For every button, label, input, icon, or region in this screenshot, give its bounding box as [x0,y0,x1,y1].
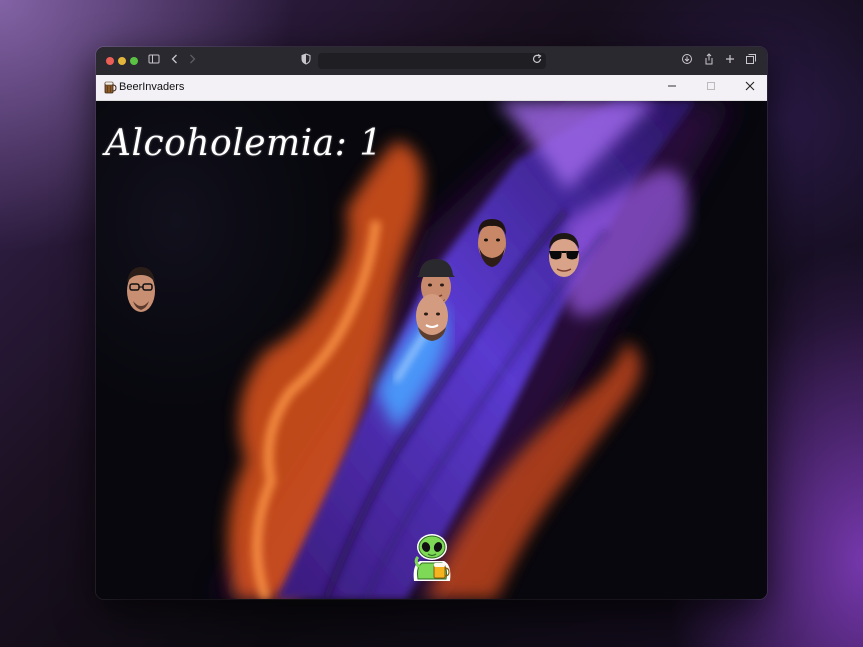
url-bar[interactable] [318,53,546,69]
sidebar-icon[interactable] [146,53,162,69]
back-icon[interactable] [167,53,183,69]
player-alien [413,534,451,581]
reload-icon[interactable] [529,53,545,69]
nebula-background [216,101,736,599]
maximize-button[interactable] [698,78,724,96]
zoom-traffic-light[interactable] [130,57,138,65]
close-button[interactable] [737,78,763,96]
minimize-button[interactable] [659,78,685,96]
enemy-face-glasses-left [127,267,155,312]
new-tab-icon[interactable] [722,53,738,69]
browser-toolbar [96,47,767,76]
enemy-face-sunglasses [549,233,579,277]
forward-icon[interactable] [184,53,200,69]
tabs-overview-icon[interactable] [743,53,759,69]
enemy-face-beard [478,219,506,267]
app-title-bar: BeerInvaders [96,75,767,101]
download-icon[interactable] [679,53,695,69]
enemy-face-bald [416,294,448,341]
game-canvas[interactable]: Alcoholemia: 1 [96,101,767,599]
close-traffic-light[interactable] [106,57,114,65]
beer-mug-icon [103,80,117,94]
app-window: BeerInvaders Alcoholemia: 1 [96,47,767,599]
score-label: Alcoholemia: 1 [105,123,383,164]
share-icon[interactable] [701,53,717,69]
app-title: BeerInvaders [119,81,185,93]
shield-icon[interactable] [298,53,314,69]
minimize-traffic-light[interactable] [118,57,126,65]
